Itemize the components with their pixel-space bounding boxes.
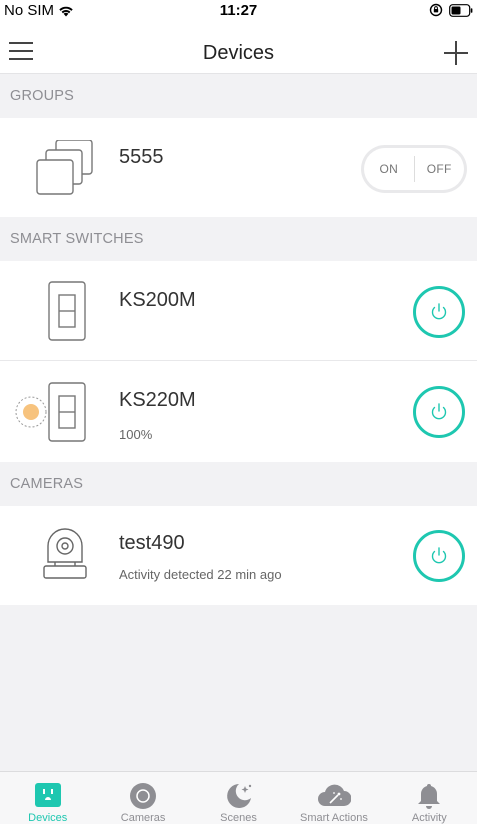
orientation-lock-icon (429, 3, 443, 17)
light-switch-icon (48, 281, 86, 341)
camera-row-test490[interactable]: test490 Activity detected 22 min ago (0, 506, 477, 605)
group-off-button[interactable]: OFF (415, 162, 465, 176)
dimmer-dot-icon (15, 396, 47, 428)
tab-smart-actions[interactable]: Smart Actions (286, 772, 381, 824)
tab-scenes[interactable]: Scenes (191, 772, 286, 824)
tab-label: Smart Actions (299, 812, 368, 824)
group-on-off-toggle: ON OFF (361, 145, 467, 193)
device-brightness: 100% (119, 427, 153, 442)
toggle-inner: ON OFF (364, 148, 464, 190)
camera-activity: Activity detected 22 min ago (119, 567, 282, 582)
status-bar: No SIM 11:27 (0, 0, 477, 22)
power-icon (431, 403, 447, 420)
plus-icon (444, 41, 468, 65)
group-icon (36, 140, 93, 195)
moon-stars-icon (226, 784, 251, 808)
section-header-smart-switches: SMART SWITCHES (0, 217, 477, 261)
add-device-button[interactable] (441, 38, 471, 68)
group-on-button[interactable]: ON (364, 162, 414, 176)
tab-label: Activity (411, 812, 447, 824)
plug-icon (34, 783, 61, 807)
section-header-groups: GROUPS (0, 74, 477, 118)
cloud-wand-icon (317, 784, 351, 806)
device-name: KS200M (119, 289, 196, 311)
device-name: test490 (119, 532, 185, 554)
power-icon (431, 547, 447, 564)
tab-bar: Devices Cameras Scenes Smart Actions Act… (0, 771, 477, 824)
bell-icon (418, 784, 441, 809)
power-button[interactable] (413, 386, 465, 438)
device-row-ks220m[interactable]: KS220M 100% (0, 361, 477, 462)
camera-device-icon (43, 528, 87, 579)
tab-devices[interactable]: Devices (0, 772, 95, 824)
status-right (429, 3, 473, 17)
group-name: 5555 (119, 146, 164, 168)
device-row-ks200m[interactable]: KS200M (0, 261, 477, 361)
device-name: KS220M (119, 389, 196, 411)
section-header-cameras: CAMERAS (0, 462, 477, 506)
tab-label: Scenes (220, 812, 257, 824)
tab-label: Cameras (120, 812, 166, 824)
tab-cameras[interactable]: Cameras (95, 772, 190, 824)
camera-icon (130, 783, 157, 809)
nav-bar: Devices (0, 22, 477, 74)
group-row[interactable]: 5555 ON OFF (0, 118, 477, 217)
tab-label: Devices (28, 812, 68, 824)
tab-activity[interactable]: Activity (382, 772, 477, 824)
status-time: 11:27 (219, 2, 258, 19)
power-button[interactable] (413, 530, 465, 582)
power-button[interactable] (413, 286, 465, 338)
light-switch-icon (48, 382, 86, 442)
power-icon (431, 303, 447, 320)
page-title: Devices (202, 42, 275, 64)
battery-icon (449, 3, 473, 17)
